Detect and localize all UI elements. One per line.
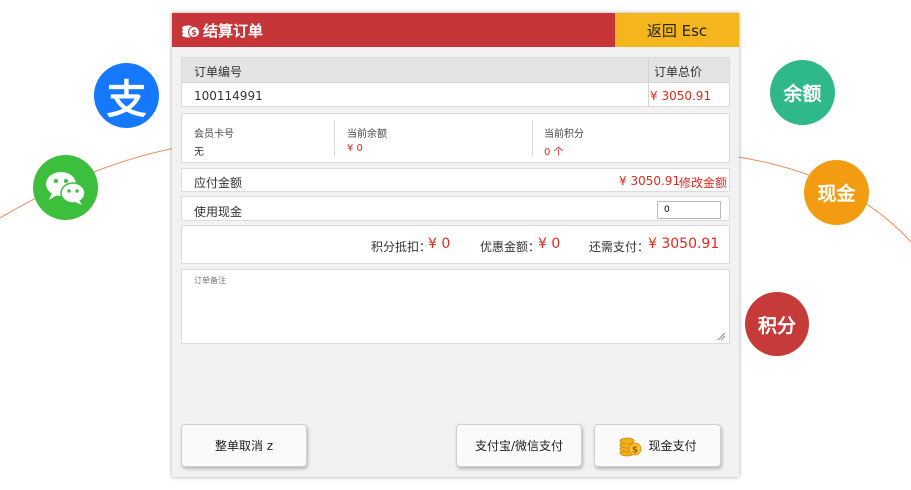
current-balance-value: ¥ 0 (347, 143, 363, 154)
order-number-value: 100114991 (194, 89, 263, 103)
svg-text:$: $ (632, 445, 638, 455)
order-number-label: 订单编号 (194, 65, 243, 79)
order-info-panel: 订单编号 订单总价 100114991 ¥ 3050.91 (181, 57, 730, 107)
coins-icon: $ (182, 25, 200, 38)
points-badge-label: 积分 (757, 314, 796, 337)
current-points-value: 0 个 (544, 147, 564, 158)
cash-badge: 现金 (804, 160, 869, 225)
edit-amount-link[interactable]: 修改金额 (679, 174, 727, 191)
back-button-label: 返回 Esc (646, 21, 708, 40)
back-button[interactable]: 返回 Esc (615, 13, 739, 47)
cash-pay-button[interactable]: $ 现金支付 (594, 424, 721, 467)
svg-text:$: $ (191, 28, 197, 37)
points-deduction-label: 积分抵扣： (371, 240, 432, 254)
amount-due-label: 应付金额 (194, 176, 243, 190)
order-remark-panel (181, 269, 730, 344)
cash-pay-label: 现金支付 (648, 439, 697, 453)
alipay-glyph: 支 (106, 76, 147, 123)
cancel-order-label: 整单取消 z (214, 439, 274, 453)
cash-amount-input[interactable] (657, 201, 721, 219)
wechat-icon (33, 155, 98, 220)
wechat-bubbles-icon (45, 171, 86, 205)
balance-badge-label: 余额 (783, 83, 822, 105)
title-bar: $ 结算订单 返回 Esc (172, 13, 739, 47)
amount-due-row: 应付金额 ¥ 3050.91 修改金额 (181, 168, 730, 192)
column-divider (648, 58, 649, 106)
member-card-label: 会员卡号 (194, 129, 234, 140)
discount-value: ¥ 0 (538, 236, 561, 252)
use-cash-row: 使用现金 (181, 196, 730, 221)
remaining-value: ¥ 3050.91 (648, 236, 720, 252)
remaining-label: 还需支付： (589, 240, 650, 254)
balance-badge: 余额 (770, 60, 835, 125)
alipay-wechat-pay-label: 支付宝/微信支付 (474, 439, 564, 453)
cash-badge-label: 现金 (817, 183, 856, 205)
order-header-row (182, 58, 729, 83)
order-total-value: ¥ 3050.91 (650, 89, 712, 103)
payment-summary-panel: 积分抵扣： ¥ 0 优惠金额： ¥ 0 还需支付： ¥ 3050.91 (181, 225, 730, 264)
discount-label: 优惠金额： (480, 240, 541, 254)
use-cash-label: 使用现金 (194, 205, 243, 219)
points-deduction-value: ¥ 0 (428, 236, 451, 252)
alipay-icon: 支 (94, 63, 159, 128)
dialog-title: 结算订单 (203, 22, 264, 40)
checkout-dialog: $ 结算订单 返回 Esc 订单编号 订单总价 100114991 ¥ 3050… (172, 13, 739, 477)
amount-due-value: ¥ 3050.91 (619, 174, 681, 188)
order-total-label: 订单总价 (654, 65, 703, 79)
current-balance-label: 当前余额 (347, 129, 387, 140)
alipay-wechat-pay-button[interactable]: 支付宝/微信支付 (456, 424, 582, 467)
column-divider (532, 120, 533, 156)
resize-handle-icon[interactable] (717, 332, 725, 340)
gold-coins-icon: $ (620, 437, 642, 456)
column-divider (334, 120, 335, 156)
order-remark-input[interactable] (182, 270, 729, 343)
member-card-value: 无 (194, 147, 204, 158)
current-points-label: 当前积分 (544, 129, 584, 140)
member-info-panel: 会员卡号 无 当前余额 ¥ 0 当前积分 0 个 (181, 113, 730, 163)
points-badge: 积分 (745, 292, 809, 356)
cancel-order-button[interactable]: 整单取消 z (181, 424, 307, 467)
